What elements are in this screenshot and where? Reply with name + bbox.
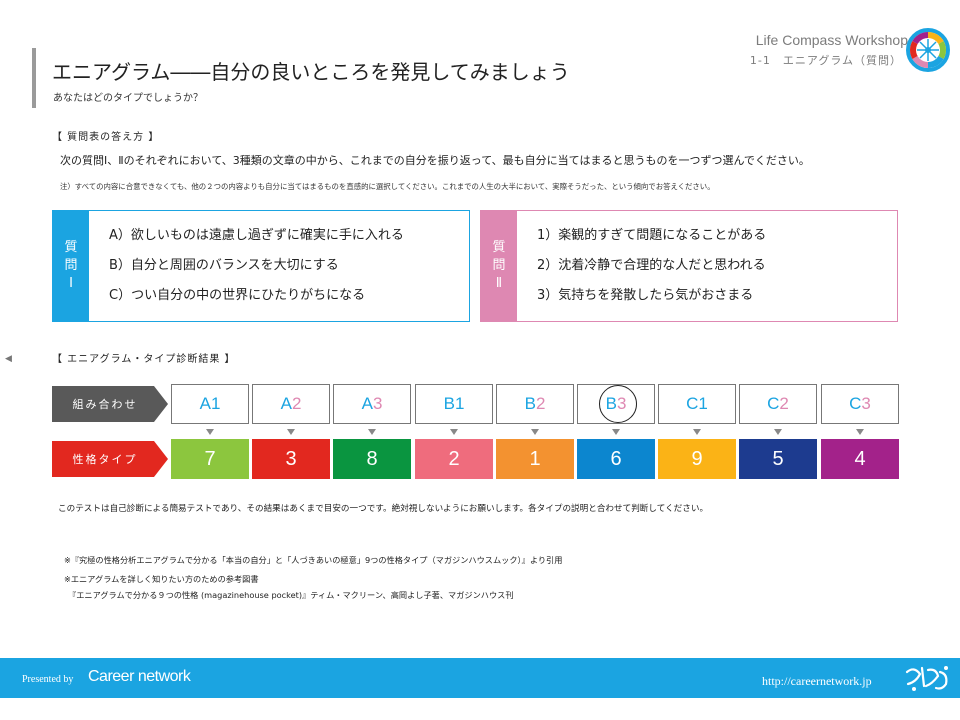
slide-reference: 1-1 エニアグラム（質問） bbox=[749, 54, 902, 67]
disclaimer-text: このテストは自己診断による簡易テストであり、その結果はあくまで目安の一つです。絶… bbox=[58, 504, 709, 514]
presented-by-label: Presented by bbox=[22, 674, 74, 685]
further-reading-heading: ※エニアグラムを詳しく知りたい方のための参考図書 bbox=[64, 574, 259, 584]
page-subtitle: あなたはどのタイプでしょうか？ bbox=[53, 93, 203, 104]
combination-number: 2 bbox=[535, 394, 546, 413]
type-row-label-text: 性格タイプ bbox=[72, 453, 138, 466]
combination-cell: C2 bbox=[739, 384, 817, 424]
combination-number: 1 bbox=[210, 394, 221, 413]
title-accent-bar bbox=[32, 48, 36, 108]
combination-number: 2 bbox=[291, 394, 302, 413]
question-2-tab: 質 問 Ⅱ bbox=[481, 211, 517, 321]
compass-wheel-logo bbox=[906, 28, 950, 72]
triangle-down-icon bbox=[531, 429, 539, 435]
question-1-option-a[interactable]: A）欲しいものは遠慮し過ぎずに確実に手に入れる bbox=[109, 225, 404, 255]
combination-cell: C1 bbox=[658, 384, 736, 424]
personality-type-cell: 6 bbox=[577, 439, 655, 479]
triangle-down-icon bbox=[774, 429, 782, 435]
combination-letter: B bbox=[443, 394, 455, 413]
combination-cell: A2 bbox=[252, 384, 330, 424]
combination-number: 3 bbox=[861, 394, 871, 413]
workshop-brand: Life Compass Workshop bbox=[755, 32, 908, 48]
combination-cell: B1 bbox=[415, 384, 493, 424]
personality-type-cell: 2 bbox=[415, 439, 493, 479]
further-reading-book: 『エニアグラムで分かる９つの性格 (magazinehouse pocket)』… bbox=[68, 590, 514, 600]
question-1-option-b[interactable]: B）自分と周囲のバランスを大切にする bbox=[109, 255, 404, 285]
personality-type-cell: 3 bbox=[252, 439, 330, 479]
triangle-down-icon bbox=[856, 429, 864, 435]
mascot-logo bbox=[905, 666, 948, 691]
results-heading: 【 エニアグラム・タイプ診断結果 】 bbox=[52, 354, 236, 365]
triangle-down-icon bbox=[368, 429, 376, 435]
question-2-tab-char: 問 bbox=[492, 257, 506, 273]
combination-letter: C bbox=[849, 394, 862, 413]
personality-type-cell: 1 bbox=[496, 439, 574, 479]
combination-cell: A1 bbox=[171, 384, 249, 424]
question-2-option-1[interactable]: 1）楽観的すぎて問題になることがある bbox=[537, 225, 766, 255]
footer-url-link[interactable]: http://careernetwork.jp bbox=[762, 674, 872, 689]
question-2-box: 質 問 Ⅱ 1）楽観的すぎて問題になることがある 2）沈着冷静で合理的な人だと思… bbox=[480, 210, 898, 322]
instructions-heading: 【 質問表の答え方 】 bbox=[52, 132, 160, 143]
personality-type-cell: 9 bbox=[658, 439, 736, 479]
combination-cell: B3 bbox=[577, 384, 655, 424]
combination-number: 3 bbox=[372, 394, 383, 413]
triangle-down-icon bbox=[287, 429, 295, 435]
question-1-option-c[interactable]: C）つい自分の中の世界にひたりがちになる bbox=[109, 285, 404, 315]
question-2-option-2[interactable]: 2）沈着冷静で合理的な人だと思われる bbox=[537, 255, 766, 285]
triangle-left-icon[interactable]: ◀ bbox=[5, 354, 12, 364]
question-2-tab-char: 質 bbox=[492, 239, 506, 255]
instructions-text: 次の質問Ⅰ、Ⅱのそれぞれにおいて、3種類の文章の中から、これまでの自分を振り返っ… bbox=[60, 154, 810, 167]
reference-source: ※『究極の性格分析エニアグラムで分かる「本当の自分」と「人づきあいの極意」9つの… bbox=[64, 555, 563, 565]
combination-cell: B2 bbox=[496, 384, 574, 424]
combination-letter: C bbox=[767, 394, 780, 413]
combination-cell: A3 bbox=[333, 384, 411, 424]
triangle-down-icon bbox=[612, 429, 620, 435]
question-1-tab: 質 問 Ⅰ bbox=[53, 211, 89, 321]
combination-cell: C3 bbox=[821, 384, 899, 424]
combination-letter: C bbox=[686, 394, 699, 413]
combination-row-label-text: 組み合わせ bbox=[72, 398, 138, 411]
highlight-circle bbox=[599, 385, 637, 423]
combination-number: 2 bbox=[779, 394, 789, 413]
combination-letter: B bbox=[524, 394, 536, 413]
instructions-note: 注）すべての内容に合意できなくても、他の２つの内容よりも自分に当てはまるものを直… bbox=[60, 182, 715, 191]
combination-letter: A bbox=[361, 394, 373, 413]
combination-letter: A bbox=[199, 394, 211, 413]
triangle-down-icon bbox=[206, 429, 214, 435]
footer-brand-logo[interactable]: Career network bbox=[88, 668, 191, 686]
page-title: エニアグラム――自分の良いところを発見してみましょう bbox=[52, 60, 570, 84]
triangle-down-icon bbox=[693, 429, 701, 435]
personality-type-cell: 4 bbox=[821, 439, 899, 479]
question-1-tab-char: 問 bbox=[64, 257, 78, 273]
question-1-box: 質 問 Ⅰ A）欲しいものは遠慮し過ぎずに確実に手に入れる B）自分と周囲のバラ… bbox=[52, 210, 470, 322]
question-2-tab-char: Ⅱ bbox=[495, 276, 503, 292]
question-1-tab-char: 質 bbox=[64, 239, 78, 255]
combination-letter: A bbox=[280, 394, 292, 413]
triangle-down-icon bbox=[450, 429, 458, 435]
personality-type-cell: 7 bbox=[171, 439, 249, 479]
question-1-tab-char: Ⅰ bbox=[69, 276, 73, 292]
personality-type-cell: 8 bbox=[333, 439, 411, 479]
question-2-option-3[interactable]: 3）気持ちを発散したら気がおさまる bbox=[537, 285, 766, 315]
combination-number: 1 bbox=[454, 394, 465, 413]
combination-number: 1 bbox=[698, 394, 708, 413]
personality-type-cell: 5 bbox=[739, 439, 817, 479]
